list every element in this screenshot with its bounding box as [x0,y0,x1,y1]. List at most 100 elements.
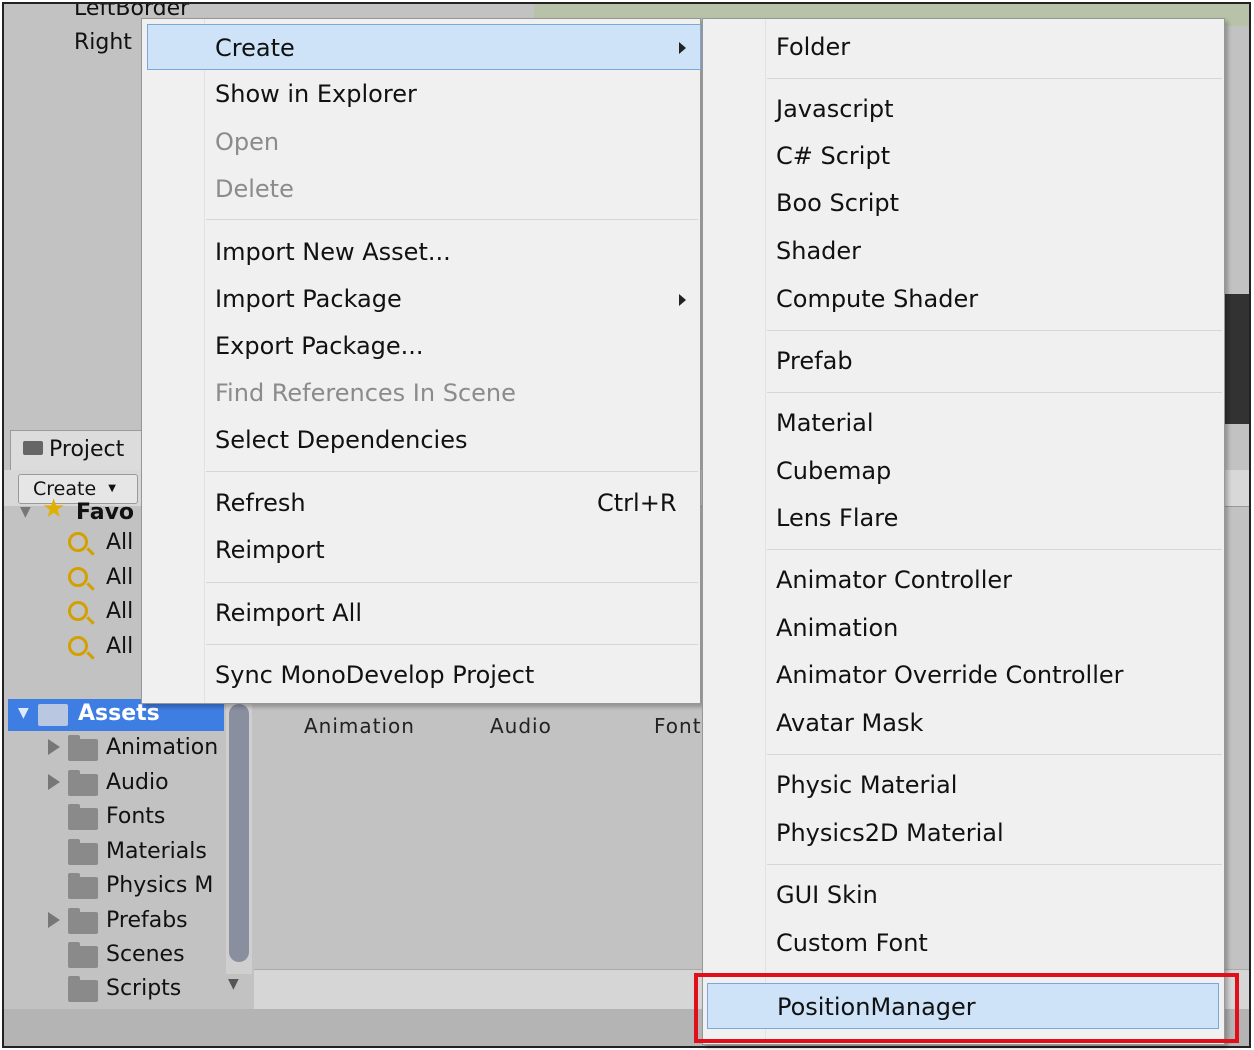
submenu-item-label: Shader [776,237,862,265]
search-item-label: All [106,599,134,624]
menu-item-create[interactable]: Create [147,24,701,70]
grid-item-label[interactable]: Font [654,714,702,738]
submenu-item-label: Folder [776,33,851,61]
submenu-item-label: Boo Script [776,189,900,217]
menu-item-label: Find References In Scene [215,379,516,407]
menu-separator [767,392,1222,393]
menu-item-label: Reimport All [215,599,362,627]
star-icon: ★ [42,494,66,524]
folder-row[interactable]: Animation [4,733,224,767]
submenu-item-label: Compute Shader [776,285,979,313]
menu-separator [767,754,1222,755]
folder-icon [68,735,98,761]
menu-item-reimport-all[interactable]: Reimport All [142,590,700,636]
submenu-item-physic-material[interactable]: Physic Material [703,762,1224,808]
submenu-item-animator-controller[interactable]: Animator Controller [703,557,1224,603]
folder-row[interactable]: Fonts [4,802,224,836]
submenu-item-lens-flare[interactable]: Lens Flare [703,495,1224,541]
menu-item-label: Create [215,34,295,62]
search-icon [68,601,88,621]
menu-item-label: Select Dependencies [215,426,468,454]
folder-row[interactable]: Scenes [4,940,224,974]
menu-item-import-package[interactable]: Import Package [142,276,700,322]
submenu-item-gui-skin[interactable]: GUI Skin [703,872,1224,918]
submenu-item-csharp-script[interactable]: C# Script [703,133,1224,179]
menu-item-find-references: Find References In Scene [142,370,700,416]
folder-icon [68,873,98,899]
folder-icon [68,942,98,968]
folder-label: Prefabs [106,908,188,933]
menu-item-label: Export Package... [215,332,424,360]
submenu-item-prefab[interactable]: Prefab [703,338,1224,384]
menu-separator [767,330,1222,331]
folder-label: Audio [106,770,169,795]
folder-icon [68,804,98,830]
folder-icon [38,704,68,726]
menu-item-label: Reimport [215,536,325,564]
menu-item-open: Open [142,119,700,165]
submenu-item-material[interactable]: Material [703,400,1224,446]
submenu-arrow-icon [679,42,686,54]
menu-item-reimport[interactable]: Reimport [142,527,700,573]
submenu-item-avatar-mask[interactable]: Avatar Mask [703,700,1224,746]
scroll-down-icon[interactable]: ▼ [228,976,239,992]
submenu-item-label: C# Script [776,142,891,170]
submenu-item-animator-override-controller[interactable]: Animator Override Controller [703,652,1224,698]
inspector-row-right[interactable]: Right [74,30,132,55]
folder-row[interactable]: Prefabs [4,906,224,940]
submenu-item-folder[interactable]: Folder [703,24,1224,70]
submenu-item-animation[interactable]: Animation [703,605,1224,651]
folder-label: Scripts [106,976,182,1001]
chevron-down-icon: ▼ [108,483,116,494]
folder-icon [68,770,98,796]
menu-separator [767,549,1222,550]
menu-separator [767,78,1222,79]
create-submenu: Folder Javascript C# Script Boo Script S… [702,18,1225,1045]
scrollbar-thumb[interactable] [229,704,249,962]
menu-item-refresh[interactable]: Refresh Ctrl+R [142,480,700,526]
assets-label: Assets [78,701,160,726]
menu-item-select-dependencies[interactable]: Select Dependencies [142,417,700,463]
menu-item-import-new-asset[interactable]: Import New Asset... [142,229,700,275]
submenu-item-compute-shader[interactable]: Compute Shader [703,276,1224,322]
menu-item-label: Show in Explorer [215,80,417,108]
inspector-panel: LeftBorder Right [4,4,189,424]
grid-item-label[interactable]: Audio [490,714,552,738]
submenu-item-label: Cubemap [776,457,892,485]
folder-icon [68,976,98,1002]
submenu-item-boo-script[interactable]: Boo Script [703,180,1224,226]
menu-separator [206,219,698,220]
search-item-label: All [106,634,134,659]
folder-row[interactable]: Materials [4,837,224,871]
highlight-annotation-box [694,973,1239,1043]
submenu-item-shader[interactable]: Shader [703,228,1224,274]
expand-arrow-icon [48,739,60,755]
submenu-item-label: Physic Material [776,771,958,799]
menu-item-show-in-explorer[interactable]: Show in Explorer [142,71,700,117]
menu-item-export-package[interactable]: Export Package... [142,323,700,369]
search-icon [68,532,88,552]
folder-label: Animation [106,735,219,760]
expand-arrow-icon [48,774,60,790]
menu-item-label: Open [215,128,280,156]
grid-item-label[interactable]: Animation [304,714,415,738]
folder-row[interactable]: Scripts [4,974,224,1008]
search-item-label: All [106,530,134,555]
tab-project[interactable]: Project [10,430,144,470]
menu-separator [206,644,698,645]
submenu-item-label: Animator Override Controller [776,661,1124,689]
search-item-label: All [106,565,134,590]
expand-arrow-icon [48,912,60,928]
submenu-item-javascript[interactable]: Javascript [703,86,1224,132]
folder-row[interactable]: Audio [4,768,224,802]
folder-icon [68,839,98,865]
menu-separator [206,471,698,472]
submenu-item-custom-font[interactable]: Custom Font [703,920,1224,966]
submenu-item-cubemap[interactable]: Cubemap [703,448,1224,494]
folder-label: Materials [106,839,207,864]
tree-scrollbar[interactable] [226,704,252,974]
folder-row[interactable]: Physics M [4,871,224,905]
menu-item-sync-monodevelop[interactable]: Sync MonoDevelop Project [142,652,700,698]
submenu-item-physics2d-material[interactable]: Physics2D Material [703,810,1224,856]
submenu-item-label: Prefab [776,347,853,375]
